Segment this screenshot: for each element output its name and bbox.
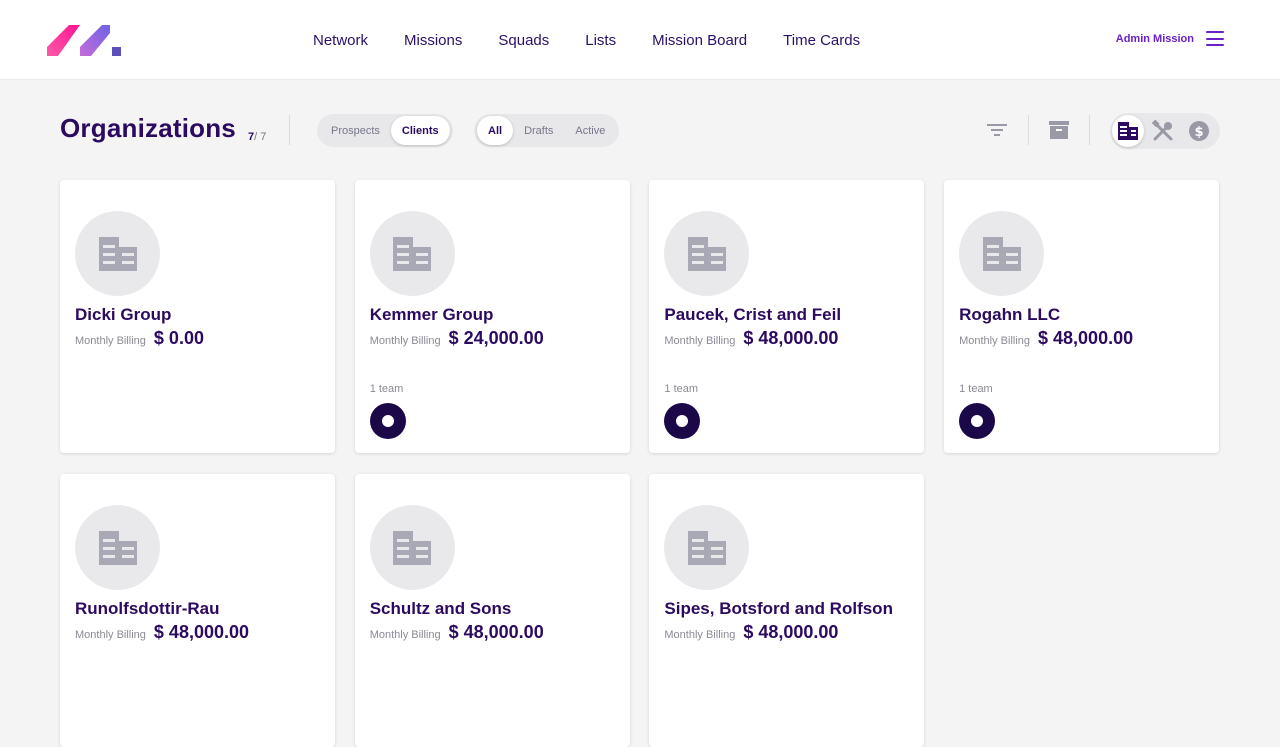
hamburger-menu-icon[interactable] bbox=[1206, 31, 1224, 46]
monthly-billing: Monthly Billing $ 48,000.00 bbox=[664, 328, 838, 349]
count-total: / 7 bbox=[254, 131, 267, 143]
team-avatar[interactable] bbox=[664, 403, 701, 439]
organization-view-icon bbox=[1118, 122, 1138, 140]
monthly-billing: Monthly Billing $ 48,000.00 bbox=[370, 622, 544, 643]
filter-prospects[interactable]: Prospects bbox=[320, 116, 391, 145]
team-avatar[interactable] bbox=[959, 403, 996, 439]
billing-label: Monthly Billing bbox=[369, 335, 441, 347]
filter-active[interactable]: Active bbox=[564, 116, 616, 145]
filter-all[interactable]: All bbox=[477, 116, 514, 145]
top-header: Network Missions Squads Lists Mission Bo… bbox=[0, 0, 1280, 80]
monthly-billing: Monthly Billing $ 0.00 bbox=[75, 328, 204, 349]
organization-card[interactable]: Schultz and Sons Monthly Billing $ 48,00… bbox=[354, 474, 630, 747]
tools-icon bbox=[1152, 120, 1173, 141]
building-icon bbox=[393, 236, 432, 271]
organization-name: Kemmer Group bbox=[369, 305, 494, 324]
organization-avatar bbox=[369, 505, 455, 590]
organization-name: Rogahn LLC bbox=[959, 305, 1061, 324]
billing-view-button[interactable]: $ bbox=[1183, 115, 1215, 147]
admin-label[interactable]: Admin Mission bbox=[1116, 33, 1194, 45]
monthly-billing: Monthly Billing $ 48,000.00 bbox=[959, 328, 1133, 349]
brand-logo[interactable] bbox=[47, 23, 123, 57]
monthly-billing: Monthly Billing $ 48,000.00 bbox=[664, 622, 838, 643]
organization-card[interactable]: Kemmer Group Monthly Billing $ 24,000.00… bbox=[354, 180, 630, 453]
billing-value: $ 48,000.00 bbox=[448, 622, 544, 642]
view-switcher: $ bbox=[1110, 113, 1220, 149]
filter-icon[interactable] bbox=[986, 119, 1008, 141]
organization-name: Dicki Group bbox=[75, 305, 172, 324]
nav-squads[interactable]: Squads bbox=[498, 32, 549, 49]
divider bbox=[289, 115, 290, 145]
nav-time-cards[interactable]: Time Cards bbox=[783, 32, 860, 49]
divider bbox=[1089, 115, 1090, 145]
organization-avatar bbox=[369, 211, 455, 296]
organization-name: Sipes, Botsford and Rolfson bbox=[664, 599, 893, 618]
billing-label: Monthly Billing bbox=[664, 335, 736, 347]
filter-drafts[interactable]: Drafts bbox=[513, 116, 564, 145]
organization-card[interactable]: Rogahn LLC Monthly Billing $ 48,000.00 1… bbox=[944, 180, 1220, 453]
team-count: 1 team bbox=[369, 383, 404, 395]
organization-card[interactable]: Sipes, Botsford and Rolfson Monthly Bill… bbox=[649, 474, 925, 747]
billing-value: $ 48,000.00 bbox=[1038, 328, 1134, 348]
organization-name: Schultz and Sons bbox=[369, 599, 512, 618]
organization-avatar bbox=[664, 211, 750, 296]
organization-avatar bbox=[664, 505, 750, 590]
team-count: 1 team bbox=[664, 383, 699, 395]
page-toolbar: Organizations 7/ 7 Prospects Clients All… bbox=[60, 113, 1220, 149]
nav-mission-board[interactable]: Mission Board bbox=[652, 32, 747, 49]
page-title: Organizations bbox=[60, 113, 236, 143]
dollar-icon: $ bbox=[1189, 121, 1209, 141]
monthly-billing: Monthly Billing $ 24,000.00 bbox=[370, 328, 544, 349]
organization-avatar bbox=[959, 211, 1045, 296]
team-avatar[interactable] bbox=[369, 403, 406, 439]
billing-value: $ 48,000.00 bbox=[743, 328, 839, 348]
organization-card[interactable]: Dicki Group Monthly Billing $ 0.00 bbox=[60, 180, 335, 453]
building-icon bbox=[687, 236, 726, 271]
status-filter: All Drafts Active bbox=[474, 114, 620, 147]
skills-view-button[interactable] bbox=[1147, 115, 1179, 147]
billing-value: $ 48,000.00 bbox=[153, 622, 250, 642]
billing-value: $ 24,000.00 bbox=[448, 328, 544, 348]
organization-card[interactable]: Runolfsdottir-Rau Monthly Billing $ 48,0… bbox=[60, 474, 335, 747]
nav-network[interactable]: Network bbox=[313, 32, 368, 49]
organization-avatar bbox=[75, 211, 160, 296]
organization-view-button[interactable] bbox=[1112, 115, 1144, 147]
building-icon bbox=[982, 236, 1021, 271]
billing-value: $ 48,000.00 bbox=[743, 622, 839, 642]
organization-name: Runolfsdottir-Rau bbox=[75, 599, 220, 618]
result-count: 7/ 7 bbox=[248, 131, 266, 143]
svg-text:$: $ bbox=[1194, 125, 1203, 140]
organization-card[interactable]: Paucek, Crist and Feil Monthly Billing $… bbox=[649, 180, 925, 453]
billing-label: Monthly Billing bbox=[959, 335, 1031, 347]
billing-value: $ 0.00 bbox=[153, 328, 204, 348]
organization-name: Paucek, Crist and Feil bbox=[664, 305, 842, 324]
type-filter: Prospects Clients bbox=[317, 114, 453, 147]
filter-clients[interactable]: Clients bbox=[390, 116, 450, 145]
nav-missions[interactable]: Missions bbox=[404, 32, 462, 49]
archive-icon[interactable] bbox=[1048, 119, 1070, 141]
main-nav: Network Missions Squads Lists Mission Bo… bbox=[295, 0, 878, 80]
nav-lists[interactable]: Lists bbox=[585, 32, 616, 49]
billing-label: Monthly Billing bbox=[75, 335, 146, 347]
organization-avatar bbox=[75, 505, 160, 590]
team-count: 1 team bbox=[959, 383, 993, 395]
monthly-billing: Monthly Billing $ 48,000.00 bbox=[75, 622, 249, 643]
divider bbox=[1028, 115, 1029, 145]
building-icon bbox=[98, 236, 137, 271]
building-icon bbox=[393, 530, 432, 565]
admin-menu[interactable]: Admin Mission bbox=[1116, 31, 1224, 46]
building-icon bbox=[98, 530, 137, 565]
building-icon bbox=[687, 530, 726, 565]
